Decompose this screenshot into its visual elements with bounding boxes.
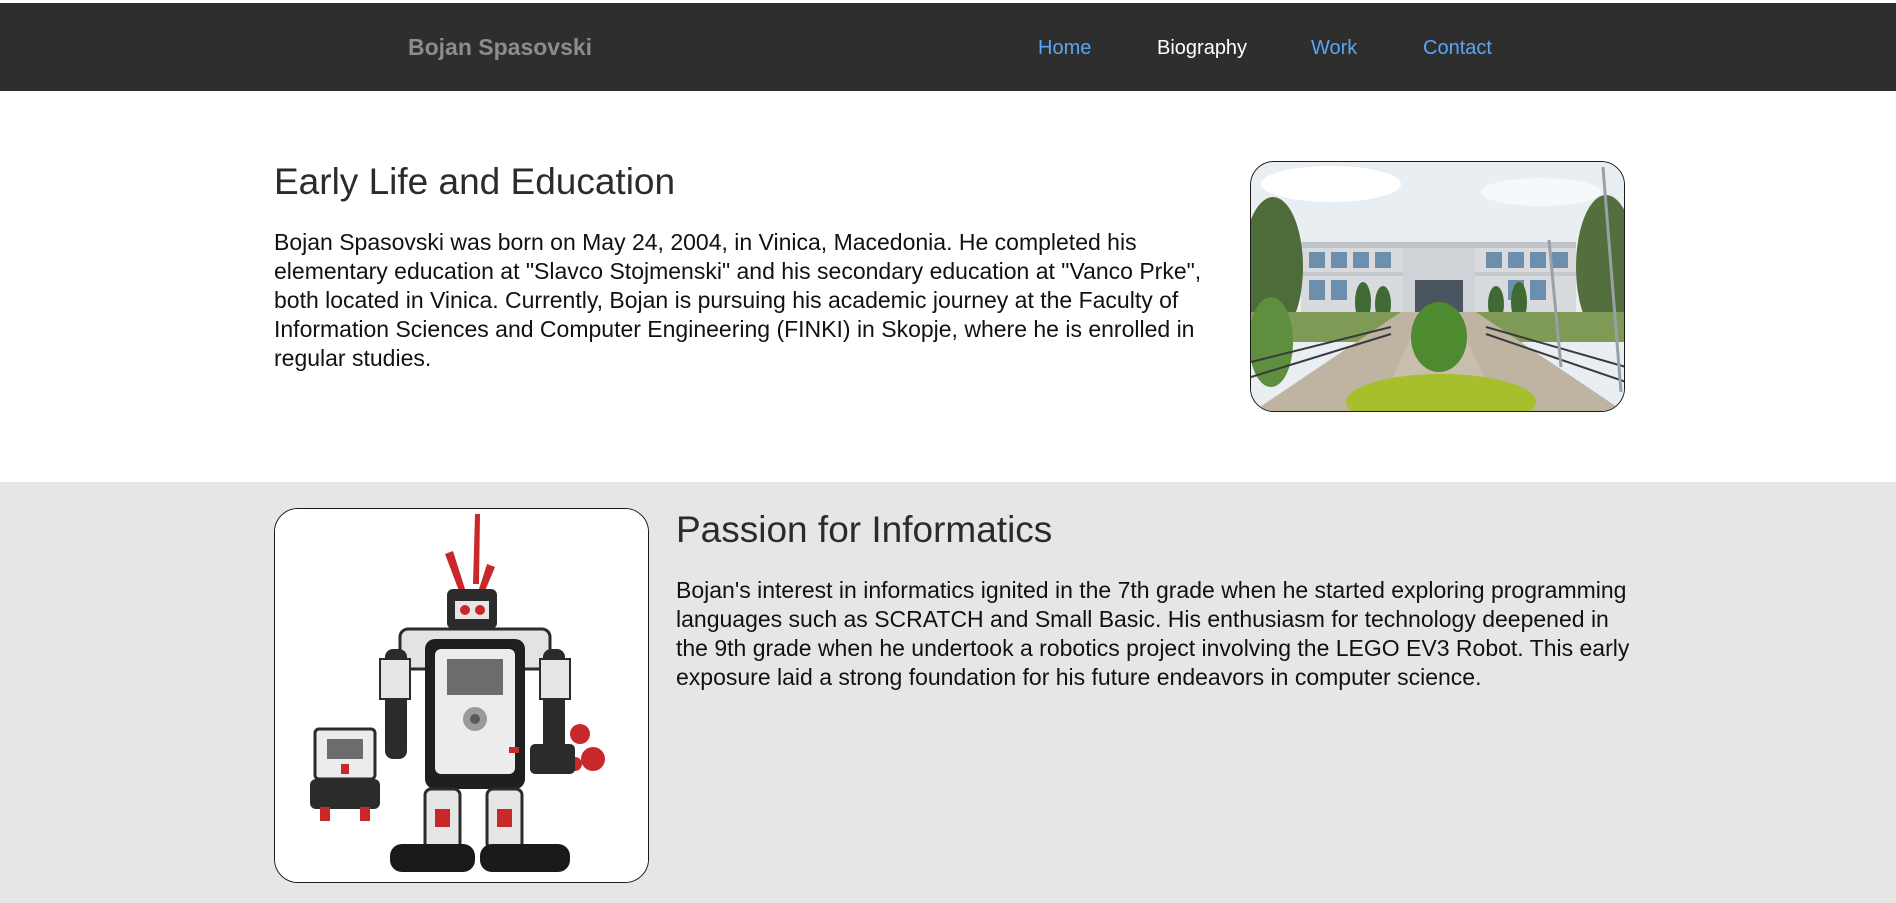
informatics-title: Passion for Informatics (676, 509, 1053, 550)
education-section: Early Life and Education Bojan Spasovski… (0, 91, 1896, 482)
navbar: Bojan Spasovski Home Biography Work Cont… (0, 3, 1896, 91)
school-building-image (1250, 161, 1625, 412)
site-brand[interactable]: Bojan Spasovski (408, 34, 592, 61)
lego-robot-image (274, 508, 649, 883)
education-title: Early Life and Education (274, 161, 676, 202)
nav-link-contact[interactable]: Contact (1423, 36, 1492, 60)
school-photo-illustration (1251, 162, 1624, 411)
nav-link-biography[interactable]: Biography (1157, 36, 1247, 60)
robot-photo-illustration (275, 509, 648, 882)
education-text: Bojan Spasovski was born on May 24, 2004… (274, 229, 1202, 371)
nav-link-home[interactable]: Home (1038, 36, 1091, 60)
informatics-text: Bojan's interest in informatics ignited … (676, 577, 1630, 690)
informatics-section: Passion for Informatics Bojan's interest… (0, 482, 1896, 903)
nav-link-work[interactable]: Work (1311, 36, 1357, 60)
